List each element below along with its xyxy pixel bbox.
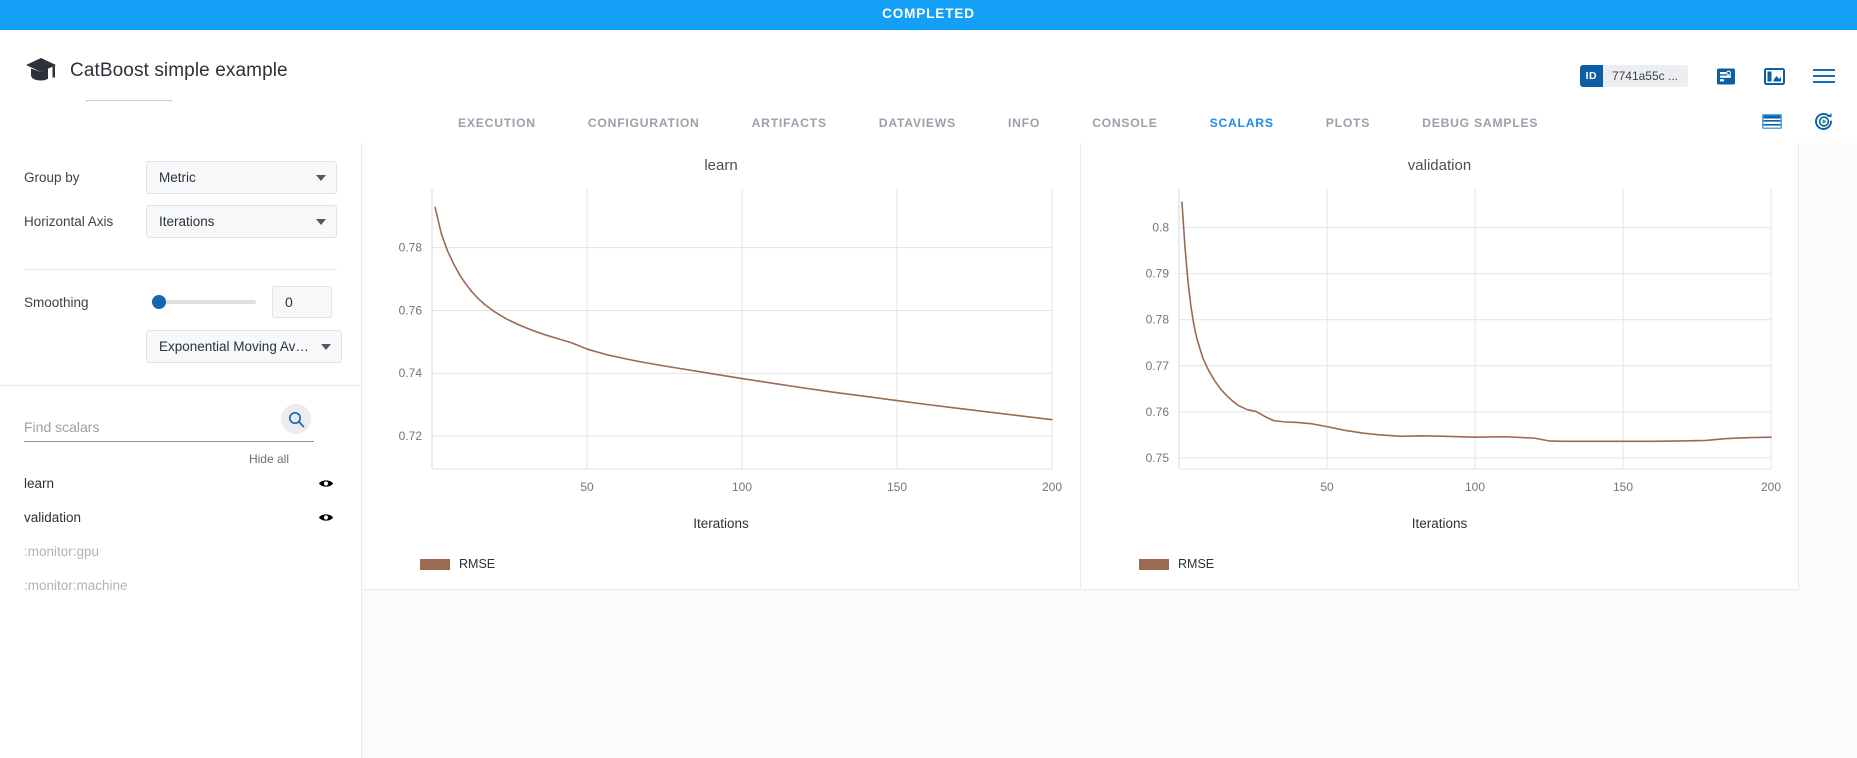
tab-artifacts[interactable]: ARTIFACTS [726, 102, 853, 144]
svg-text:50: 50 [1320, 480, 1334, 494]
tab-execution[interactable]: EXECUTION [432, 102, 562, 144]
chart-title: validation [1081, 157, 1798, 174]
window-layout-icon[interactable] [1764, 67, 1785, 86]
page-header: CatBoost simple example + ADD TAG ID 774… [0, 30, 1857, 102]
legend-color-swatch [1139, 559, 1169, 570]
horizontal-axis-label: Horizontal Axis [24, 214, 146, 229]
scalar-name: :monitor:gpu [24, 544, 315, 559]
chart-plot-learn[interactable]: 0.72 0.74 0.76 0.78 50 100 150 200 [362, 181, 1080, 511]
clearml-scalars-page: COMPLETED CatBoost simple example + ADD … [0, 0, 1857, 758]
tab-configuration[interactable]: CONFIGURATION [562, 102, 726, 144]
horizontal-axis-row: Horizontal Axis Iterations [24, 205, 337, 238]
svg-text:150: 150 [1613, 480, 1633, 494]
scalar-list-item-monitor-gpu[interactable]: :monitor:gpu [0, 534, 361, 568]
smoothing-row: Smoothing 0 [0, 270, 361, 318]
svg-text:0.76: 0.76 [1146, 405, 1170, 419]
tab-debug-samples[interactable]: DEBUG SAMPLES [1396, 102, 1564, 144]
svg-text:0.75: 0.75 [1146, 451, 1170, 465]
chart-grid: learn 0.72 0.74 0.76 0.78 50 100 150 200 Iterat… [362, 143, 1799, 590]
task-status-banner: COMPLETED [0, 0, 1857, 30]
x-axis-label: Iterations [1081, 516, 1798, 531]
graduation-cap-icon [24, 55, 58, 85]
chart-legend[interactable]: RMSE [1139, 557, 1214, 571]
group-by-value: Metric [159, 170, 310, 185]
horizontal-axis-select[interactable]: Iterations [146, 205, 337, 238]
group-by-label: Group by [24, 170, 146, 185]
tab-bar: EXECUTION CONFIGURATION ARTIFACTS DATAVI… [0, 102, 1857, 144]
svg-text:200: 200 [1042, 480, 1062, 494]
tab-plots[interactable]: PLOTS [1300, 102, 1396, 144]
smoothing-slider[interactable] [158, 300, 256, 304]
legend-label: RMSE [1178, 557, 1214, 571]
scalar-list-item-validation[interactable]: validation [0, 500, 361, 534]
smoothing-algorithm-value: Exponential Moving Av… [159, 339, 315, 354]
header-actions: ID 7741a55c ... [1580, 65, 1835, 87]
chevron-down-icon [316, 219, 326, 225]
task-id-badge[interactable]: ID 7741a55c ... [1580, 65, 1688, 87]
task-details-icon[interactable] [1716, 67, 1736, 86]
chevron-down-icon [321, 344, 331, 350]
eye-icon[interactable] [315, 512, 337, 523]
hamburger-menu-icon[interactable] [1813, 68, 1835, 84]
smoothing-algorithm-row: Exponential Moving Av… [0, 318, 361, 363]
smoothing-slider-thumb[interactable] [152, 295, 166, 309]
scalars-sidebar: Group by Metric Horizontal Axis Iteratio… [0, 143, 362, 758]
auto-refresh-icon[interactable] [1813, 111, 1835, 132]
chart-title: learn [362, 157, 1080, 174]
chart-legend[interactable]: RMSE [420, 557, 495, 571]
scalars-main: learn 0.72 0.74 0.76 0.78 50 100 150 200 Iterat… [362, 143, 1857, 758]
scalar-name: learn [24, 476, 315, 491]
legend-color-swatch [420, 559, 450, 570]
smoothing-algorithm-select[interactable]: Exponential Moving Av… [146, 330, 342, 363]
hide-all-button[interactable]: Hide all [0, 442, 361, 466]
svg-text:0.72: 0.72 [399, 429, 423, 443]
svg-text:200: 200 [1761, 480, 1781, 494]
legend-label: RMSE [459, 557, 495, 571]
svg-text:100: 100 [1465, 480, 1485, 494]
find-scalars-row [0, 386, 361, 442]
scalar-list-item-learn[interactable]: learn [0, 466, 361, 500]
svg-text:0.78: 0.78 [1146, 313, 1170, 327]
x-axis-label: Iterations [362, 516, 1080, 531]
svg-text:100: 100 [732, 480, 752, 494]
svg-text:150: 150 [887, 480, 907, 494]
page-title: CatBoost simple example [70, 60, 288, 82]
tab-list: EXECUTION CONFIGURATION ARTIFACTS DATAVI… [432, 102, 1564, 144]
tab-scalars[interactable]: SCALARS [1184, 102, 1300, 144]
chart-panel-validation: validation 0.75 0.76 0.77 0.78 0.79 0.8 50 100 1… [1080, 143, 1798, 589]
chevron-down-icon [316, 175, 326, 181]
id-badge-value: 7741a55c ... [1603, 69, 1688, 83]
group-by-row: Group by Metric [24, 161, 337, 194]
chart-plot-validation[interactable]: 0.75 0.76 0.77 0.78 0.79 0.8 50 100 150 200 [1081, 181, 1799, 511]
svg-text:0.77: 0.77 [1146, 359, 1170, 373]
svg-text:0.76: 0.76 [399, 303, 423, 317]
tab-console[interactable]: CONSOLE [1066, 102, 1184, 144]
table-view-icon[interactable] [1761, 111, 1783, 132]
svg-text:0.8: 0.8 [1152, 221, 1169, 235]
status-badge: COMPLETED [0, 6, 1857, 21]
chart-controls: Group by Metric Horizontal Axis Iteratio… [0, 143, 361, 263]
search-input[interactable] [24, 412, 314, 442]
svg-text:50: 50 [580, 480, 594, 494]
svg-text:0.74: 0.74 [399, 366, 423, 380]
smoothing-value-field[interactable]: 0 [272, 286, 332, 318]
horizontal-axis-value: Iterations [159, 214, 310, 229]
scalar-name: :monitor:machine [24, 578, 315, 593]
scalar-list-item-monitor-machine[interactable]: :monitor:machine [0, 568, 361, 602]
search-icon[interactable] [281, 404, 311, 434]
tab-info[interactable]: INFO [982, 102, 1066, 144]
chart-panel-learn: learn 0.72 0.74 0.76 0.78 50 100 150 200 Iterat… [362, 143, 1080, 589]
svg-text:0.78: 0.78 [399, 241, 423, 255]
svg-text:0.79: 0.79 [1146, 267, 1170, 281]
scalar-name: validation [24, 510, 315, 525]
tab-dataviews[interactable]: DATAVIEWS [853, 102, 982, 144]
tab-bar-actions [1761, 111, 1835, 132]
smoothing-label: Smoothing [24, 295, 146, 310]
eye-icon[interactable] [315, 478, 337, 489]
group-by-select[interactable]: Metric [146, 161, 337, 194]
id-badge-tag: ID [1580, 65, 1603, 87]
